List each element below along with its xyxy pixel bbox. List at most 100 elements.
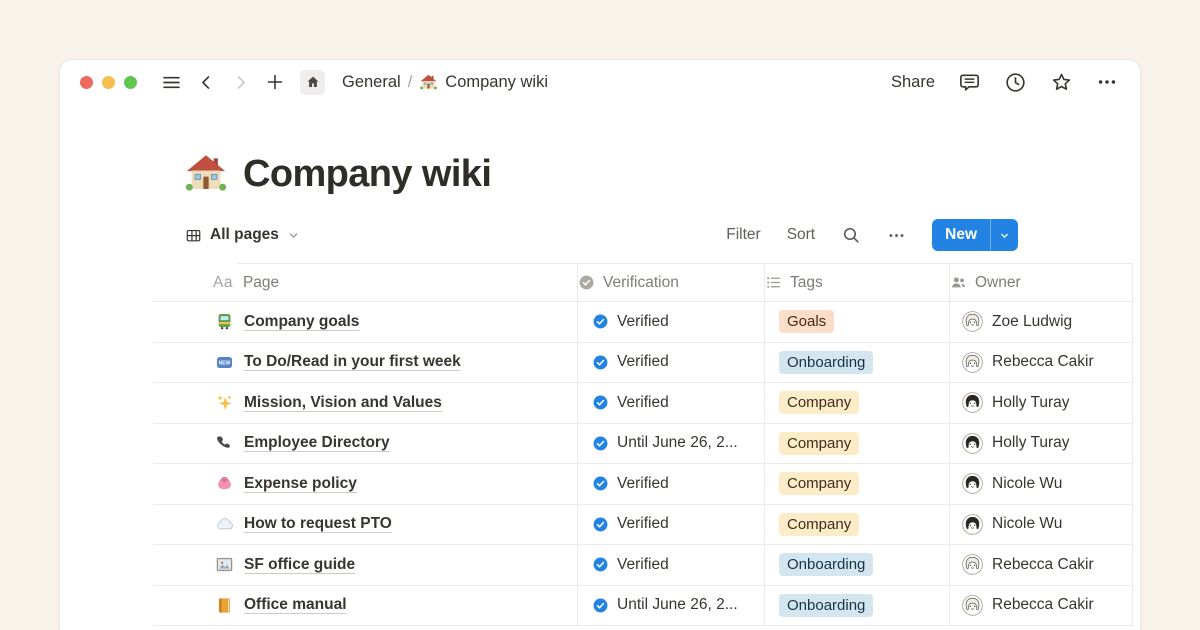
owner-cell[interactable]: Holly Turay <box>950 424 1133 464</box>
back-icon[interactable] <box>197 73 216 92</box>
page-link[interactable]: SF office guide <box>244 556 355 574</box>
page-cell[interactable]: How to request PTO <box>153 505 578 545</box>
page-icon <box>215 515 234 534</box>
column-label: Verification <box>603 274 679 292</box>
column-header-page[interactable]: Aa Page <box>153 264 578 301</box>
verification-cell[interactable]: Until June 26, 2... <box>578 424 765 464</box>
share-button[interactable]: Share <box>891 73 935 92</box>
tag-chip: Onboarding <box>779 594 873 617</box>
favorite-star-icon[interactable] <box>1050 71 1073 94</box>
page-icon <box>215 393 234 412</box>
owner-cell[interactable]: Nicole Wu <box>950 505 1133 545</box>
breadcrumb-separator: / <box>408 73 413 92</box>
page-house-icon[interactable] <box>183 151 229 197</box>
view-switcher[interactable]: All pages <box>185 226 300 244</box>
column-header-verification[interactable]: Verification <box>578 264 765 301</box>
owner-avatar <box>962 595 983 616</box>
text-property-icon: Aa <box>213 274 233 292</box>
verification-cell[interactable]: Verified <box>578 545 765 585</box>
page-link[interactable]: Employee Directory <box>244 434 390 452</box>
verification-cell[interactable]: Verified <box>578 343 765 383</box>
verification-cell[interactable]: Until June 26, 2... <box>578 586 765 626</box>
sidebar-menu-icon[interactable] <box>161 72 182 93</box>
new-button-group: New <box>932 219 1018 251</box>
verification-label: Verified <box>617 556 669 574</box>
column-header-owner[interactable]: Owner <box>950 264 1133 301</box>
tags-cell[interactable]: Company <box>765 464 950 504</box>
verification-cell[interactable]: Verified <box>578 464 765 504</box>
forward-icon[interactable] <box>231 73 250 92</box>
owner-cell[interactable]: Holly Turay <box>950 383 1133 423</box>
close-window-button[interactable] <box>80 76 93 89</box>
verification-cell[interactable]: Verified <box>578 383 765 423</box>
page-cell[interactable]: Company goals <box>153 302 578 342</box>
table-view-icon <box>185 227 202 244</box>
verification-label: Verified <box>617 313 669 331</box>
verification-label: Verified <box>617 353 669 371</box>
chevron-down-icon <box>287 229 300 242</box>
owner-cell[interactable]: Nicole Wu <box>950 464 1133 504</box>
table-row: Expense policy Verified Company Nicole W… <box>153 464 1133 505</box>
page-link[interactable]: Expense policy <box>244 475 357 493</box>
home-button[interactable] <box>300 70 325 95</box>
tags-cell[interactable]: Company <box>765 505 950 545</box>
table-row: Office manual Until June 26, 2... Onboar… <box>153 586 1133 627</box>
zoom-window-button[interactable] <box>124 76 137 89</box>
owner-name: Holly Turay <box>992 434 1070 452</box>
column-header-tags[interactable]: Tags <box>765 264 950 301</box>
breadcrumb-page[interactable]: Company wiki <box>445 73 548 92</box>
owner-name: Rebecca Cakir <box>992 596 1094 614</box>
page-icon <box>215 434 234 453</box>
new-button-caret[interactable] <box>991 219 1018 251</box>
filter-button[interactable]: Filter <box>726 226 760 244</box>
minimize-window-button[interactable] <box>102 76 115 89</box>
page-link[interactable]: Mission, Vision and Values <box>244 394 442 412</box>
updates-clock-icon[interactable] <box>1004 71 1027 94</box>
view-options-icon[interactable] <box>887 226 906 245</box>
owner-cell[interactable]: Rebecca Cakir <box>950 545 1133 585</box>
verification-badge-icon <box>578 274 595 291</box>
owner-cell[interactable]: Zoe Ludwig <box>950 302 1133 342</box>
page-title: Company wiki <box>243 153 491 196</box>
table-row: SF office guide Verified Onboarding Rebe… <box>153 545 1133 586</box>
owner-avatar <box>962 554 983 575</box>
owner-cell[interactable]: Rebecca Cakir <box>950 586 1133 626</box>
comments-icon[interactable] <box>958 71 981 94</box>
owner-name: Rebecca Cakir <box>992 353 1094 371</box>
column-label: Owner <box>975 274 1021 292</box>
tags-cell[interactable]: Company <box>765 383 950 423</box>
page-cell[interactable]: SF office guide <box>153 545 578 585</box>
verification-cell[interactable]: Verified <box>578 302 765 342</box>
page-cell[interactable]: Expense policy <box>153 464 578 504</box>
verified-badge-icon <box>592 597 609 614</box>
tags-cell[interactable]: Onboarding <box>765 586 950 626</box>
more-options-icon[interactable] <box>1096 71 1118 93</box>
page-link[interactable]: To Do/Read in your first week <box>244 353 461 371</box>
page-link[interactable]: Office manual <box>244 596 347 614</box>
sort-button[interactable]: Sort <box>787 226 815 244</box>
owner-cell[interactable]: Rebecca Cakir <box>950 343 1133 383</box>
verified-badge-icon <box>592 556 609 573</box>
page-link[interactable]: Company goals <box>244 313 359 331</box>
page-cell[interactable]: Office manual <box>153 586 578 626</box>
tags-cell[interactable]: Onboarding <box>765 545 950 585</box>
verified-badge-icon <box>592 435 609 452</box>
view-name: All pages <box>210 226 279 244</box>
page-link[interactable]: How to request PTO <box>244 515 392 533</box>
search-icon[interactable] <box>841 225 861 245</box>
page-icon <box>215 596 234 615</box>
tags-cell[interactable]: Onboarding <box>765 343 950 383</box>
verification-cell[interactable]: Verified <box>578 505 765 545</box>
table-body: Company goals Verified Goals Zoe Ludwig … <box>153 302 1133 626</box>
tags-cell[interactable]: Goals <box>765 302 950 342</box>
page-cell[interactable]: Employee Directory <box>153 424 578 464</box>
page-icon <box>215 474 234 493</box>
tag-chip: Onboarding <box>779 553 873 576</box>
breadcrumb-root[interactable]: General <box>342 73 401 92</box>
breadcrumb: General / Company wiki <box>342 73 548 92</box>
page-cell[interactable]: Mission, Vision and Values <box>153 383 578 423</box>
new-button[interactable]: New <box>932 219 990 251</box>
tags-cell[interactable]: Company <box>765 424 950 464</box>
page-cell[interactable]: NEW To Do/Read in your first week <box>153 343 578 383</box>
new-page-icon[interactable] <box>265 72 285 92</box>
